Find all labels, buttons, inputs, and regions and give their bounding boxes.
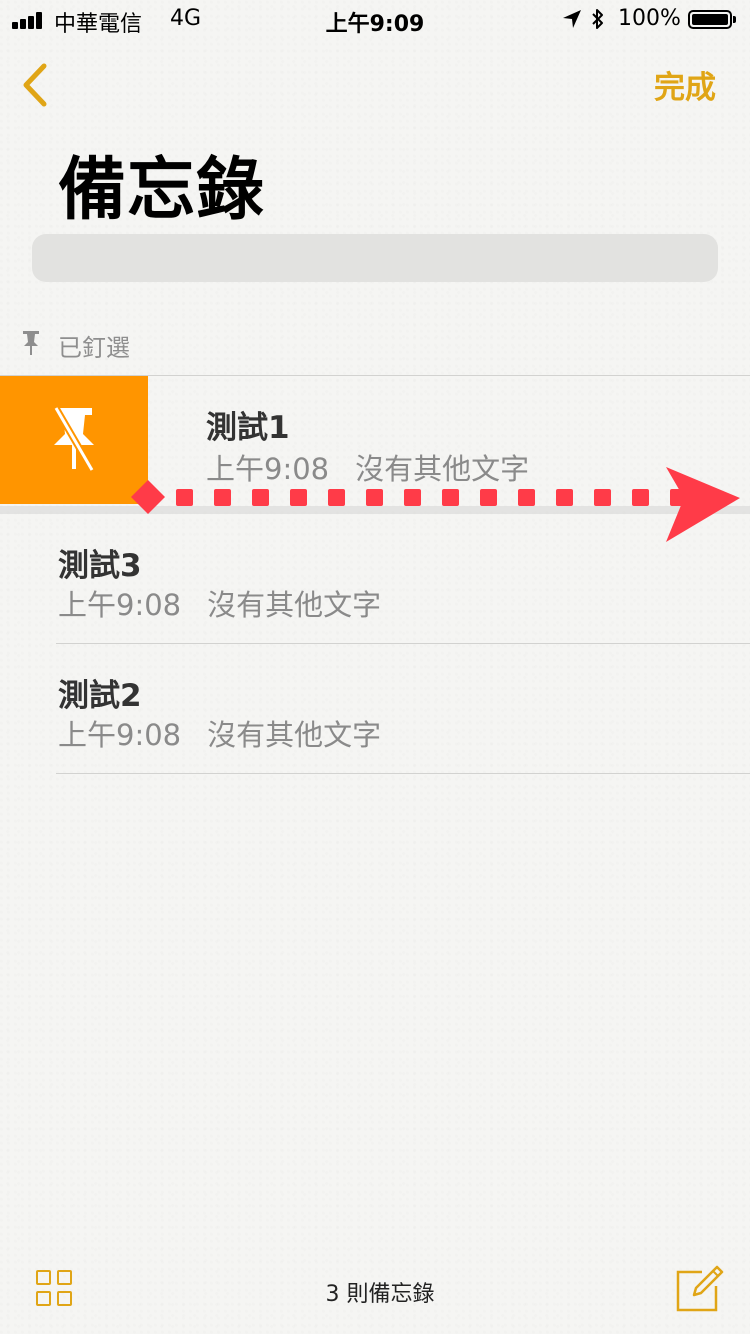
swipe-direction-arrow bbox=[131, 467, 740, 542]
note-title: 測試2 bbox=[58, 678, 142, 714]
divider bbox=[56, 643, 750, 644]
unpin-icon bbox=[52, 406, 96, 472]
notes-screen: 中華電信 4G 上午9:09 100% 完成 備忘錄 已釘選 測試1 上午9:0… bbox=[0, 0, 750, 1334]
location-arrow-icon bbox=[563, 10, 581, 28]
note-time: 上午9:08 bbox=[58, 588, 182, 622]
pin-icon bbox=[23, 331, 39, 355]
note-preview: 沒有其他文字 bbox=[207, 718, 382, 752]
note-meta: 上午9:08 沒有其他文字 bbox=[58, 582, 381, 624]
bluetooth-icon bbox=[592, 9, 603, 29]
note-preview: 沒有其他文字 bbox=[207, 588, 382, 622]
divider bbox=[56, 773, 750, 774]
page-title: 備忘錄 bbox=[58, 151, 266, 230]
compose-icon[interactable] bbox=[676, 1264, 724, 1312]
note-title: 測試1 bbox=[206, 410, 290, 446]
unpin-swipe-button[interactable] bbox=[0, 376, 148, 504]
note-count-label: 3 則備忘錄 bbox=[325, 1282, 435, 1307]
battery-percent: 100% bbox=[618, 6, 681, 31]
pinned-section-label: 已釘選 bbox=[58, 334, 130, 362]
note-time: 上午9:08 bbox=[58, 718, 182, 752]
done-button[interactable]: 完成 bbox=[654, 62, 716, 107]
battery-icon bbox=[688, 10, 736, 29]
search-bar[interactable] bbox=[32, 234, 718, 282]
note-title: 測試3 bbox=[58, 548, 142, 584]
pinned-section-header: 已釘選 bbox=[0, 326, 750, 362]
note-meta: 上午9:08 沒有其他文字 bbox=[58, 712, 381, 754]
back-button[interactable] bbox=[14, 58, 58, 112]
status-bar: 中華電信 4G 上午9:09 100% bbox=[0, 0, 750, 40]
